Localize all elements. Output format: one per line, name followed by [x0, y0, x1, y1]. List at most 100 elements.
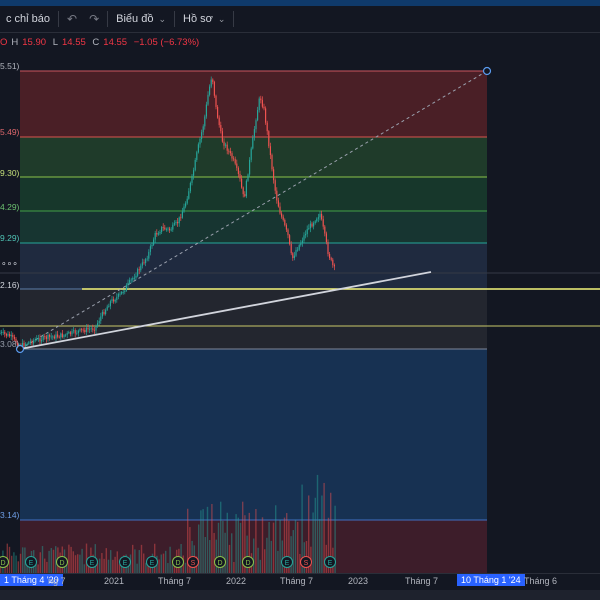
volume-bar [202, 509, 204, 573]
volume-bar [253, 538, 255, 573]
volume-bar [290, 536, 292, 573]
volume-bar [275, 505, 277, 573]
candle-body [33, 340, 35, 344]
candle-body [36, 338, 38, 340]
volume-bar [279, 519, 281, 573]
fib-anchor-handle[interactable] [482, 66, 492, 76]
candle-body [58, 336, 60, 338]
candle-body [105, 309, 107, 315]
volume-bar [52, 549, 55, 573]
candle-body [245, 180, 247, 197]
volume-bar [134, 549, 136, 573]
candle-body [316, 218, 318, 222]
candle-body [84, 330, 86, 333]
volume-bar [321, 495, 323, 573]
volume-bar [215, 539, 217, 573]
candle-body [157, 233, 159, 235]
candle-body [12, 334, 14, 337]
indicators-button[interactable]: c chỉ báo [0, 6, 56, 32]
candle-body [250, 148, 252, 160]
volume-bar [118, 564, 121, 573]
candle-body [221, 131, 223, 142]
candle-body [106, 306, 108, 310]
candle-body [257, 110, 259, 121]
candle-body [333, 265, 335, 267]
candle-body [7, 334, 9, 336]
candle-body [69, 332, 71, 335]
candle-body [151, 244, 153, 247]
volume-bar [39, 552, 41, 573]
candle-body [324, 226, 326, 234]
candle-body [217, 106, 219, 118]
volume-bar [101, 553, 103, 573]
fib-zone-6 [20, 289, 487, 349]
candle-body [173, 223, 175, 225]
event-marker-label: S [304, 560, 309, 567]
volume-bar [226, 512, 228, 573]
candle-body [109, 301, 111, 307]
event-marker-label: D [175, 560, 180, 567]
volume-bar [259, 559, 261, 573]
candle-body [28, 342, 30, 344]
time-axis-range-label: 10 Tháng 1 '24 [457, 574, 525, 586]
candle-body [42, 335, 44, 340]
candle-body [268, 131, 270, 147]
candle-body [325, 233, 327, 243]
volume-bar [158, 559, 160, 573]
candle-body [85, 327, 87, 333]
candle-body [73, 330, 75, 332]
candle-body [92, 328, 94, 330]
candle-body [65, 334, 67, 336]
undo-icon[interactable]: ↶ [61, 12, 83, 26]
candle-body [98, 320, 100, 324]
candle-body [26, 343, 28, 345]
profile-menu-button[interactable]: Hồ sơ ⌄ [177, 6, 231, 32]
volume-bar [184, 562, 187, 573]
candle-body [308, 228, 310, 230]
volume-bar [22, 547, 24, 573]
time-axis-label: Tháng 7 [280, 576, 314, 586]
candle-body [121, 292, 123, 294]
fib-level-label: 2.16) [0, 280, 20, 290]
volume-bar [116, 551, 118, 573]
volume-bar [272, 522, 275, 573]
candle-body [180, 217, 182, 219]
chart-menu-button[interactable]: Biểu đồ ⌄ [110, 6, 172, 32]
profile-menu-label: Hồ sơ [183, 13, 213, 25]
candle-body [135, 275, 137, 278]
candle-body [239, 173, 241, 179]
candle-body [204, 116, 206, 127]
candle-body [295, 250, 297, 256]
candle-body [172, 224, 174, 230]
volume-bar [316, 474, 319, 573]
candle-body [303, 235, 305, 241]
redo-icon[interactable]: ↷ [83, 12, 105, 26]
volume-bar [44, 558, 46, 573]
candle-body [122, 292, 124, 293]
volume-bar [107, 559, 110, 573]
volume-bar [198, 524, 200, 573]
candle-body [273, 169, 275, 181]
candle-body [101, 311, 103, 317]
candle-body [207, 94, 209, 105]
candle-body [82, 329, 84, 331]
candle-body [332, 259, 334, 266]
candle-body [281, 213, 283, 217]
more-options-icon[interactable]: ∘∘∘ [1, 258, 18, 269]
volume-bar [103, 558, 105, 573]
candle-body [156, 233, 158, 235]
candle-body [100, 316, 102, 321]
time-axis-label: ng 7 [48, 576, 66, 586]
candle-body [191, 175, 193, 183]
candle-body [330, 258, 332, 260]
volume-bar [112, 559, 114, 573]
candle-body [189, 182, 191, 192]
volume-bar [140, 544, 143, 573]
price-chart[interactable]: DEDEEEDSDDESE [0, 0, 600, 600]
candle-body [202, 126, 204, 133]
candle-body [226, 144, 228, 151]
candle-body [55, 334, 57, 339]
candle-body [178, 217, 180, 224]
candle-body [225, 144, 227, 146]
candle-body [66, 333, 68, 335]
